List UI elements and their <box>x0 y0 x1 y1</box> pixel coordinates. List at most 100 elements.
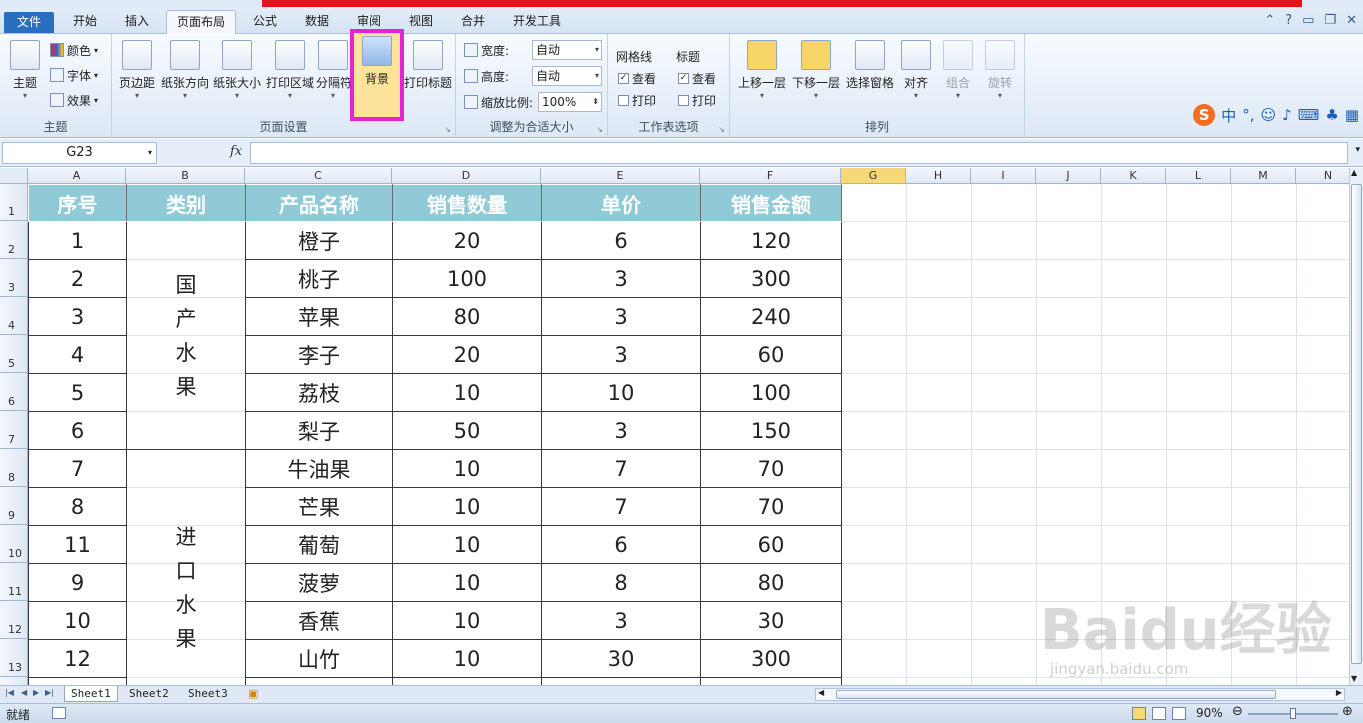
cell[interactable]: 6 <box>28 411 127 450</box>
cell[interactable]: 30 <box>541 639 701 678</box>
cell[interactable] <box>245 677 393 685</box>
column-header[interactable]: J <box>1036 168 1101 184</box>
zoom-out-icon[interactable]: ⊖ <box>1232 704 1243 719</box>
cell[interactable]: 苹果 <box>245 297 393 336</box>
header-cell[interactable]: 产品名称 <box>245 184 393 222</box>
sogou-logo-icon[interactable]: S <box>1193 104 1216 126</box>
cell[interactable]: 葡萄 <box>245 525 393 564</box>
group-button[interactable]: 组合 ▾ <box>936 40 980 100</box>
insert-sheet-icon[interactable]: ▣ <box>248 687 258 700</box>
expand-formula-icon[interactable]: ▾ <box>1355 145 1360 155</box>
cell[interactable]: 120 <box>700 221 842 260</box>
header-cell[interactable]: 序号 <box>28 184 127 222</box>
tab-page-layout[interactable]: 页面布局 <box>166 10 236 34</box>
tab-home[interactable]: 开始 <box>62 10 108 34</box>
cell[interactable]: 11 <box>28 525 127 564</box>
tab-file[interactable]: 文件 <box>4 12 54 33</box>
dialog-launcher-icon[interactable]: ↘ <box>444 125 451 134</box>
cell[interactable]: 2 <box>28 259 127 298</box>
vertical-scroll-thumb[interactable] <box>1351 184 1362 664</box>
cell[interactable]: 50 <box>392 411 542 450</box>
cell[interactable]: 芒果 <box>245 487 393 526</box>
row-header[interactable]: 12 <box>0 601 28 639</box>
row-header[interactable]: 9 <box>0 487 28 525</box>
colors-button[interactable]: 颜色 ▾ <box>50 40 98 60</box>
tab-data[interactable]: 数据 <box>294 10 340 34</box>
header-cell[interactable]: 类别 <box>126 184 246 222</box>
cell[interactable]: 橙子 <box>245 221 393 260</box>
column-header[interactable]: L <box>1166 168 1231 184</box>
cell[interactable]: 3 <box>541 297 701 336</box>
cell[interactable]: 5 <box>28 373 127 412</box>
column-header[interactable]: G <box>841 168 906 184</box>
cell[interactable]: 10 <box>392 601 542 640</box>
margins-button[interactable]: 页边距 ▾ <box>114 40 160 100</box>
tab-insert[interactable]: 插入 <box>114 10 160 34</box>
cell[interactable] <box>541 677 701 685</box>
cell[interactable]: 4 <box>28 335 127 374</box>
prev-sheet-icon[interactable]: ◀ <box>21 688 27 697</box>
chinese-mode-icon[interactable]: 中 <box>1221 105 1236 126</box>
cell[interactable]: 80 <box>392 297 542 336</box>
keyboard-icon[interactable]: ⌨ <box>1298 106 1320 124</box>
column-header[interactable]: C <box>245 168 392 184</box>
width-select[interactable]: 自动 ▾ <box>532 40 602 60</box>
horizontal-scroll-thumb[interactable] <box>836 690 1276 699</box>
column-header[interactable]: N <box>1296 168 1349 184</box>
formula-input[interactable] <box>250 142 1348 164</box>
size-button[interactable]: 纸张大小 ▾ <box>212 40 262 100</box>
category-cell-domestic[interactable]: 国 产 水 果 <box>126 221 246 450</box>
print-area-button[interactable]: 打印区域 ▾ <box>265 40 315 100</box>
dialog-launcher-icon[interactable]: ↘ <box>718 125 725 134</box>
cell[interactable]: 梨子 <box>245 411 393 450</box>
sheet-tab-sheet1[interactable]: Sheet1 <box>64 686 118 702</box>
header-cell[interactable]: 销售金额 <box>700 184 842 222</box>
dialog-launcher-icon[interactable]: ↘ <box>596 125 603 134</box>
skin-icon[interactable]: ♣ <box>1325 106 1338 124</box>
header-cell[interactable]: 销售数量 <box>392 184 542 222</box>
cell[interactable]: 70 <box>700 487 842 526</box>
row-header[interactable]: 10 <box>0 525 28 563</box>
scroll-left-icon[interactable]: ◀ <box>818 688 824 697</box>
send-backward-button[interactable]: 下移一层 ▾ <box>790 40 842 100</box>
themes-button[interactable]: 主题 ▾ <box>2 40 48 100</box>
cell[interactable]: 1 <box>28 221 127 260</box>
cell[interactable]: 30 <box>700 601 842 640</box>
scroll-up-icon[interactable]: ▲ <box>1351 168 1357 177</box>
scroll-right-icon[interactable]: ▶ <box>1336 688 1342 697</box>
cell[interactable]: 20 <box>392 335 542 374</box>
cell[interactable]: 150 <box>700 411 842 450</box>
cell[interactable]: 70 <box>700 449 842 488</box>
cell[interactable]: 300 <box>700 259 842 298</box>
cell[interactable] <box>392 677 542 685</box>
zoom-slider-thumb[interactable] <box>1290 708 1296 719</box>
page-layout-view-icon[interactable] <box>1152 707 1166 720</box>
row-header[interactable]: 5 <box>0 335 28 373</box>
cell[interactable]: 60 <box>700 525 842 564</box>
microphone-icon[interactable]: ♪ <box>1282 106 1292 124</box>
row-header[interactable]: 6 <box>0 373 28 411</box>
cell[interactable]: 8 <box>28 487 127 526</box>
effects-button[interactable]: 效果 ▾ <box>50 90 98 110</box>
rotate-button[interactable]: 旋转 ▾ <box>978 40 1022 100</box>
vertical-scrollbar[interactable]: ▲ ▼ <box>1349 168 1363 685</box>
row-header[interactable]: 3 <box>0 259 28 297</box>
gridlines-view-checkbox[interactable]: ✓ 查看 <box>618 68 656 88</box>
row-header[interactable]: 13 <box>0 639 28 677</box>
cell[interactable]: 8 <box>541 563 701 602</box>
row-header[interactable]: 1 <box>0 184 28 221</box>
row-header[interactable]: 4 <box>0 297 28 335</box>
row-header[interactable]: 7 <box>0 411 28 449</box>
column-header[interactable]: I <box>971 168 1036 184</box>
selection-pane-button[interactable]: 选择窗格 <box>844 40 896 91</box>
punctuation-icon[interactable]: °, <box>1242 106 1254 124</box>
column-header[interactable]: F <box>700 168 841 184</box>
headings-print-checkbox[interactable]: 打印 <box>678 90 716 110</box>
normal-view-icon[interactable] <box>1132 707 1146 720</box>
tab-developer[interactable]: 开发工具 <box>502 10 572 34</box>
cell[interactable]: 7 <box>541 487 701 526</box>
cell[interactable]: 12 <box>28 639 127 678</box>
worksheet-grid[interactable]: A B C D E F G H I J K L M N 1 2 3 4 5 6 … <box>0 168 1349 685</box>
print-titles-button[interactable]: 打印标题 <box>402 40 454 91</box>
scroll-down-icon[interactable]: ▼ <box>1351 674 1357 683</box>
